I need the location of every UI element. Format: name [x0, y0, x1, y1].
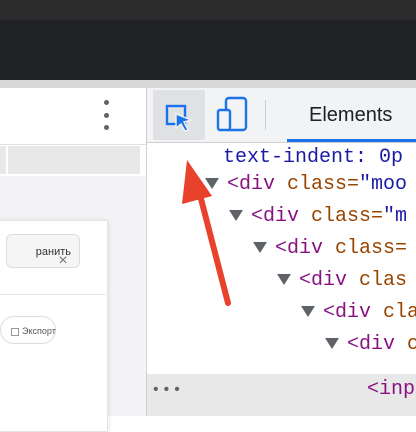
- tag-name: <div: [251, 205, 300, 228]
- export-icon: [11, 327, 19, 336]
- attr-name: c: [407, 333, 416, 356]
- attr-name: clas: [347, 269, 408, 292]
- expand-triangle-icon[interactable]: [325, 338, 339, 350]
- tag-name: <div: [227, 173, 276, 196]
- expand-triangle-icon[interactable]: [253, 242, 267, 254]
- tag-name: <div: [347, 333, 396, 356]
- tab-elements[interactable]: Elements: [287, 88, 416, 142]
- inspect-cursor-icon: [165, 104, 194, 132]
- browser-tab-strip: [0, 20, 416, 80]
- page-toolbar: [0, 88, 146, 145]
- tag-name: <div: [275, 237, 324, 260]
- attr-name: class=: [299, 205, 384, 228]
- css-property: text-indent:: [223, 146, 368, 169]
- attr-value: "moo: [359, 173, 408, 196]
- window-top-bar: [0, 0, 416, 20]
- elements-tree: text-indent: 0p <div class="moo <div cla…: [147, 142, 416, 416]
- more-options-icon[interactable]: [100, 100, 112, 130]
- css-value: 0p: [367, 146, 404, 169]
- tree-node[interactable]: <div c: [325, 329, 416, 361]
- export-button[interactable]: Экспорт: [0, 316, 56, 344]
- expand-triangle-icon[interactable]: [301, 306, 315, 318]
- more-icon[interactable]: •••: [151, 374, 183, 406]
- attr-value: "m: [383, 205, 408, 228]
- close-icon[interactable]: ×: [56, 253, 70, 269]
- expand-triangle-icon[interactable]: [277, 274, 291, 286]
- expand-triangle-icon[interactable]: [229, 210, 243, 222]
- tree-node[interactable]: <div class=: [253, 233, 407, 265]
- attr-name: class=: [323, 237, 408, 260]
- device-toggle-icon: [216, 96, 248, 132]
- attr-name: class=: [275, 173, 360, 196]
- tag-name: <div: [323, 301, 372, 324]
- inspect-element-button[interactable]: [153, 90, 205, 140]
- modal-divider: [0, 294, 106, 295]
- expand-triangle-icon[interactable]: [205, 178, 219, 190]
- device-toolbar-button[interactable]: [211, 90, 261, 140]
- toolbar-separator: [265, 100, 266, 130]
- tree-node[interactable]: <inp: [367, 374, 415, 406]
- attr-name: cla: [371, 301, 416, 324]
- devtools-toolbar: Elements: [147, 88, 416, 143]
- tree-node[interactable]: <div cla: [301, 297, 416, 329]
- tag-name: <div: [299, 269, 348, 292]
- web-page-area: ранить × Экспорт: [0, 88, 146, 432]
- tree-node[interactable]: <div clas: [277, 265, 407, 297]
- tree-node[interactable]: <div class="moo: [205, 169, 407, 201]
- tree-node[interactable]: <div class="m: [229, 201, 407, 233]
- toolbar-gap: [0, 80, 416, 88]
- page-gray-bar: [0, 146, 140, 174]
- export-label: Экспорт: [22, 326, 56, 336]
- tag-name: <inp: [367, 378, 416, 401]
- devtools-panel: Elements text-indent: 0p <div class="moo…: [146, 88, 416, 416]
